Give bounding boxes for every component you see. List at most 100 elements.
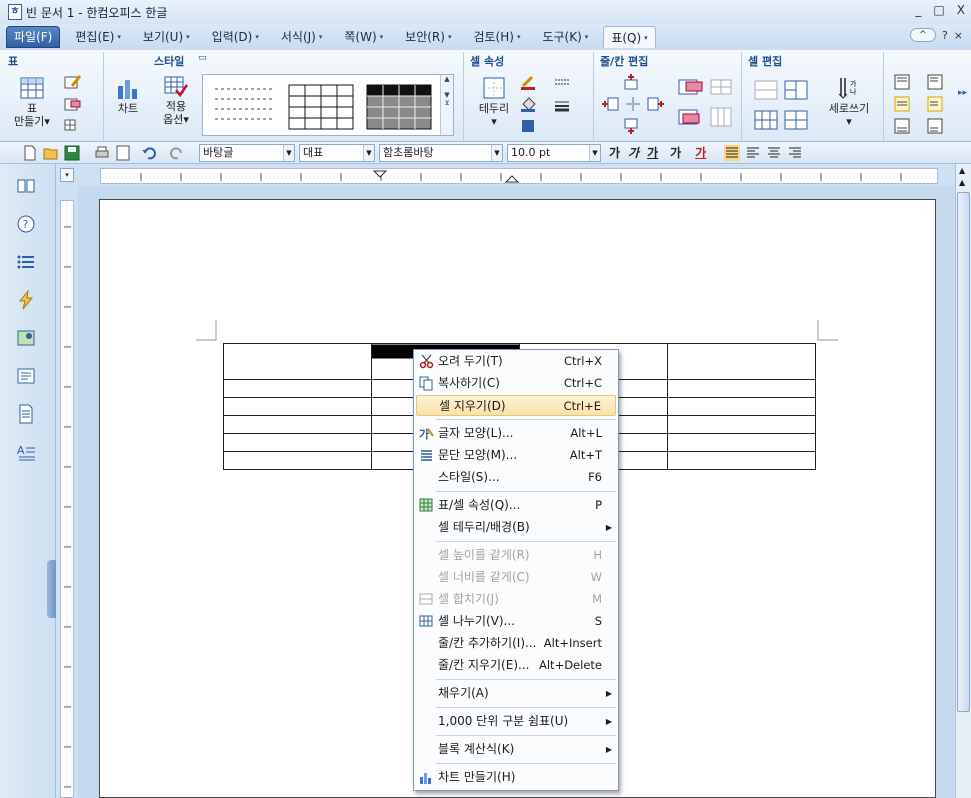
save-icon[interactable]	[64, 145, 80, 161]
vertical-scrollbar[interactable]: ▲ ▲	[955, 164, 971, 798]
menu-item-block-formula[interactable]: 블록 계산식(K) ▶	[416, 739, 616, 760]
print-icon[interactable]	[94, 145, 110, 161]
insert-row-above-icon[interactable]	[622, 74, 640, 90]
fill-bucket-icon[interactable]	[520, 96, 538, 112]
table-cell[interactable]	[223, 415, 372, 434]
menu-view[interactable]: 보기(U) ▾	[136, 26, 197, 48]
menu-item-thousands-separator[interactable]: 1,000 단위 구분 쉼표(U) ▶	[416, 711, 616, 732]
menu-file[interactable]: 파일(F)	[6, 26, 61, 48]
chevron-down-icon[interactable]: ▼	[491, 144, 502, 161]
strike-button[interactable]: 가	[670, 144, 681, 161]
scroll-up-icon[interactable]: ▲	[959, 166, 965, 175]
font-size-combo[interactable]: 10.0 pt ▼	[507, 143, 601, 162]
equal-height-icon[interactable]	[754, 108, 778, 132]
text-align-middle-icon[interactable]	[926, 96, 944, 112]
table-cell[interactable]	[667, 415, 816, 434]
delete-row-icon[interactable]	[678, 76, 704, 98]
chart-button[interactable]: 차트	[108, 76, 148, 115]
menu-item-split-cells[interactable]: 셀 나누기(V)... S	[416, 611, 616, 632]
menu-item-cut[interactable]: 오려 두기(T) Ctrl+X	[416, 351, 616, 372]
chevron-down-icon[interactable]: ▼	[283, 144, 294, 161]
border-button[interactable]: 테두리 ▾	[472, 76, 516, 128]
line-weight-icon[interactable]	[554, 98, 572, 114]
undo-icon[interactable]	[141, 145, 157, 161]
make-table-button[interactable]: 표 만들기▾	[10, 76, 54, 128]
eraser-icon[interactable]	[64, 96, 82, 112]
chevron-down-icon[interactable]: ▼	[589, 144, 600, 161]
font-combo[interactable]: 함초롬바탕 ▼	[379, 143, 503, 162]
align-justify-icon[interactable]	[724, 144, 741, 161]
menu-item-cell-border-bg[interactable]: 셀 테두리/배경(B) ▶	[416, 517, 616, 538]
menu-security[interactable]: 보안(R) ▾	[398, 26, 458, 48]
cell-align-top-icon[interactable]	[893, 74, 911, 90]
menu-insert[interactable]: 입력(D) ▾	[205, 26, 266, 48]
menu-review[interactable]: 검토(H) ▾	[466, 26, 527, 48]
redo-icon[interactable]	[169, 145, 185, 161]
table-cell[interactable]	[223, 451, 372, 470]
help-circle-icon[interactable]: ?	[16, 214, 36, 234]
new-doc-icon[interactable]	[22, 145, 38, 161]
side-pane-toggle[interactable]	[47, 560, 56, 618]
ribbon-collapse-button[interactable]: ^	[909, 28, 936, 42]
align-right-icon[interactable]	[787, 145, 803, 161]
table-cell[interactable]	[667, 451, 816, 470]
menu-format[interactable]: 서식(J) ▾	[274, 26, 330, 48]
image-gear-icon[interactable]	[16, 328, 36, 348]
font-color-button[interactable]: 가	[695, 144, 706, 161]
table-cell[interactable]	[223, 379, 372, 398]
menu-item-fill[interactable]: 채우기(A) ▶	[416, 683, 616, 704]
vertical-ruler[interactable]	[60, 200, 74, 798]
text-align-top-icon[interactable]	[926, 74, 944, 90]
cell-shade-icon[interactable]	[520, 118, 538, 134]
close-button[interactable]: X	[957, 3, 965, 17]
bold-button[interactable]: 가	[609, 144, 620, 161]
lightning-icon[interactable]	[16, 290, 36, 310]
list-icon[interactable]	[16, 252, 36, 272]
line-style-icon[interactable]	[554, 76, 572, 92]
outline-combo[interactable]: 대표 ▼	[299, 143, 375, 162]
insert-col-right-icon[interactable]	[646, 96, 664, 112]
table-style-gallery[interactable]: ▲ ▼ ⊻	[202, 74, 454, 136]
menu-item-make-chart[interactable]: 차트 만들기(H)	[416, 767, 616, 788]
open-folder-icon[interactable]	[43, 145, 59, 161]
align-left-icon[interactable]	[745, 145, 761, 161]
minimize-button[interactable]: _	[915, 3, 921, 17]
menu-edit[interactable]: 편집(E) ▾	[68, 26, 128, 48]
chevron-down-icon[interactable]: ▼	[363, 144, 374, 161]
insert-col-left-icon[interactable]	[602, 96, 620, 112]
table-options-icon[interactable]	[64, 118, 82, 134]
split-cells-icon[interactable]	[784, 78, 808, 102]
menu-item-clear-cell[interactable]: 셀 지우기(D) Ctrl+E	[416, 395, 616, 416]
italic-button[interactable]: 가	[628, 144, 639, 161]
menu-item-paragraph-shape[interactable]: 문단 모양(M)... Alt+T	[416, 445, 616, 466]
menu-item-style[interactable]: 스타일(S)... F6	[416, 467, 616, 488]
table-cell[interactable]	[667, 397, 816, 416]
table-cell[interactable]	[223, 433, 372, 452]
menu-tools[interactable]: 도구(K) ▾	[535, 26, 595, 48]
text-align-bottom-icon[interactable]	[926, 118, 944, 134]
table-cell[interactable]	[223, 397, 372, 416]
pen-color-icon[interactable]	[520, 74, 538, 90]
menu-item-add-row-col[interactable]: 줄/칸 추가하기(I)... Alt+Insert	[416, 633, 616, 654]
equal-width-icon[interactable]	[784, 108, 808, 132]
scroll-thumb[interactable]	[957, 192, 970, 712]
pencil-table-icon[interactable]	[64, 74, 82, 90]
book-icon[interactable]	[16, 176, 36, 196]
table-cell[interactable]	[667, 343, 816, 380]
ribbon-more-icon[interactable]: ▸▸	[958, 88, 967, 98]
document-icon[interactable]	[16, 404, 36, 424]
maximize-button[interactable]: □	[933, 3, 944, 17]
table-cell[interactable]	[667, 433, 816, 452]
gallery-scroll[interactable]: ▲ ▼ ⊻	[440, 75, 453, 135]
menu-table[interactable]: 표(Q) ▾	[603, 26, 656, 48]
menu-item-char-shape[interactable]: 가 글자 모양(L)... Alt+L	[416, 423, 616, 444]
cell-align-bottom-icon[interactable]	[893, 118, 911, 134]
underline-button[interactable]: 가	[647, 144, 658, 161]
help-icon[interactable]: ?	[942, 29, 948, 42]
vertical-writing-button[interactable]: 가나 세로쓰기 ▾	[822, 76, 876, 128]
menu-page[interactable]: 쪽(W) ▾	[337, 26, 390, 48]
cell-align-middle-icon[interactable]	[893, 96, 911, 112]
style-combo[interactable]: 바탕글 ▼	[199, 143, 295, 162]
menu-item-table-props[interactable]: 표/셀 속성(Q)... P	[416, 495, 616, 516]
form-icon[interactable]	[16, 366, 36, 386]
